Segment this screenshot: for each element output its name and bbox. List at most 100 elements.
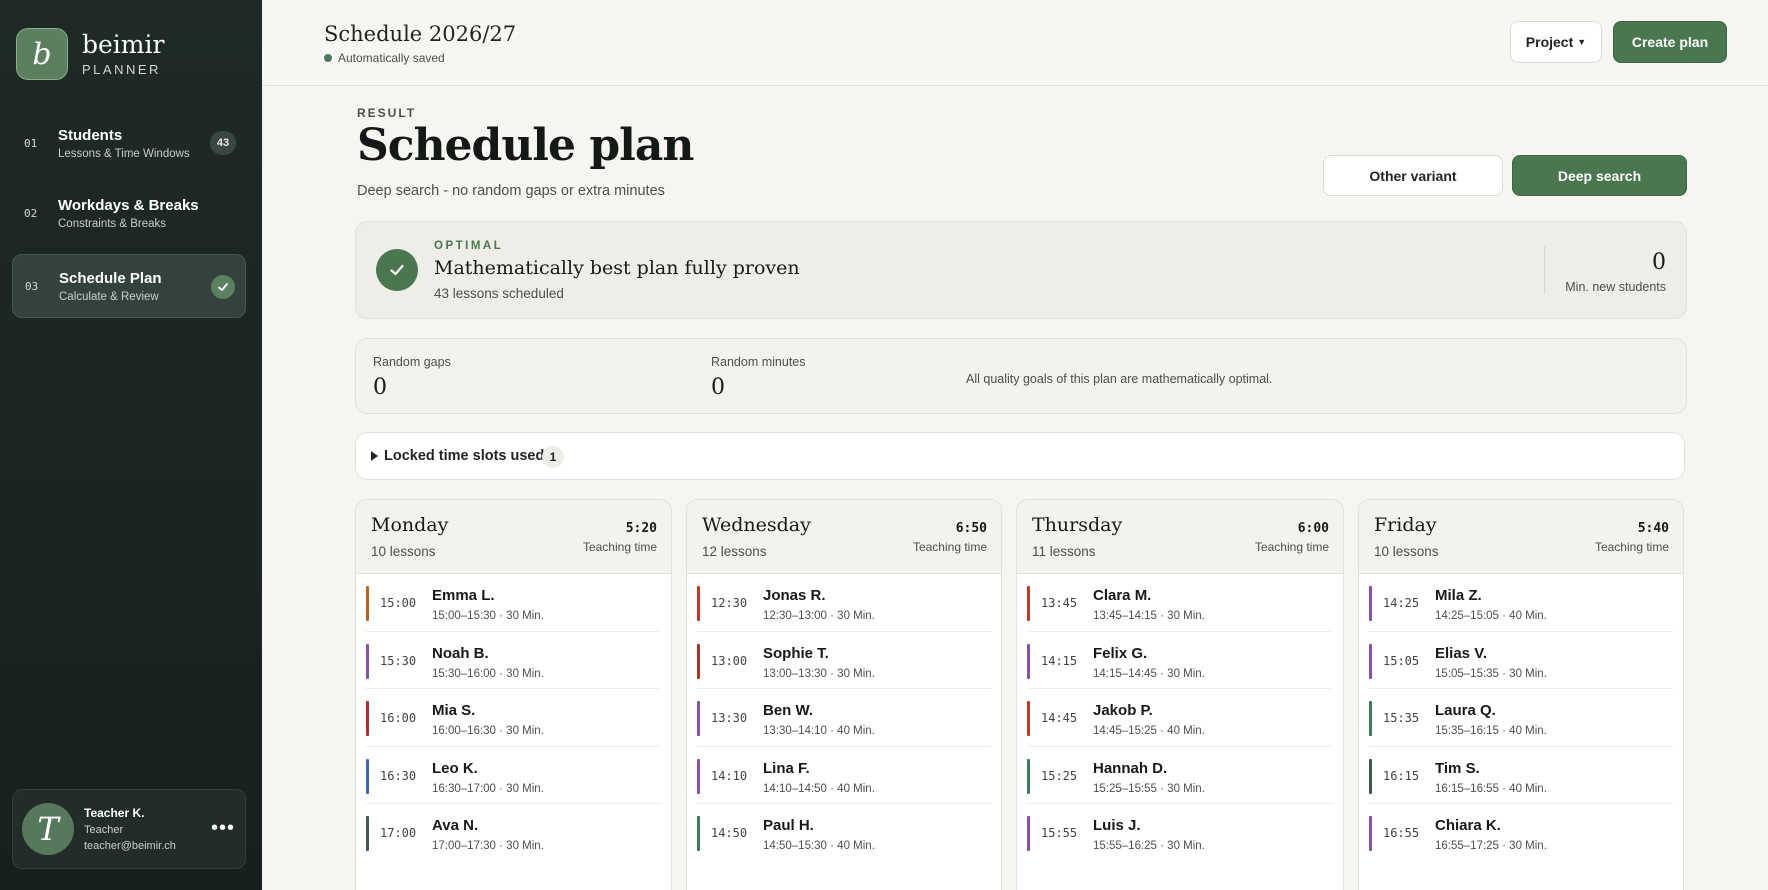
day-header: Monday 10 lessons 5:20 Teaching time bbox=[356, 500, 671, 574]
lesson-item[interactable]: 15:35 Laura Q. 15:35–16:15 · 40 Min. bbox=[1369, 689, 1673, 747]
lesson-item[interactable]: 17:00 Ava N. 17:00–17:30 · 30 Min. bbox=[366, 804, 661, 862]
teaching-time-label: Teaching time bbox=[1594, 540, 1669, 554]
locked-slots-toggle[interactable]: Locked time slots used bbox=[371, 448, 544, 464]
sidebar-item-schedule-plan[interactable]: 03 Schedule Plan Calculate & Review bbox=[12, 254, 246, 318]
student-name: Sophie T. bbox=[763, 644, 829, 662]
color-bar bbox=[1027, 643, 1030, 679]
lesson-start-time: 14:25 bbox=[1383, 596, 1420, 610]
other-variant-button[interactable]: Other variant bbox=[1323, 155, 1503, 196]
lesson-start-time: 16:15 bbox=[1383, 768, 1420, 783]
lesson-item[interactable]: 15:00 Emma L. 15:00–15:30 · 30 Min. bbox=[366, 574, 661, 632]
more-options-icon[interactable]: ••• bbox=[211, 817, 235, 840]
lesson-start-time: 14:15 bbox=[1041, 653, 1078, 668]
disclosure-triangle-icon bbox=[371, 451, 378, 461]
lesson-item[interactable]: 16:15 Tim S. 16:15–16:55 · 40 Min. bbox=[1369, 747, 1673, 804]
color-bar bbox=[1369, 701, 1372, 736]
color-bar bbox=[697, 586, 700, 621]
teaching-time-value: 6:00 bbox=[1297, 521, 1329, 536]
user-card[interactable]: T Teacher K. Teacher teacher@beimir.ch •… bbox=[12, 789, 246, 869]
brand[interactable]: b beimir PLANNER bbox=[16, 28, 164, 80]
lesson-item[interactable]: 13:00 Sophie T. 13:00–13:30 · 30 Min. bbox=[697, 632, 991, 689]
document-title: Schedule 2026/27 bbox=[324, 22, 517, 46]
lesson-start-time: 13:00 bbox=[711, 653, 748, 668]
day-lesson-count: 10 lessons bbox=[371, 544, 436, 559]
lesson-item[interactable]: 15:05 Elias V. 15:05–15:35 · 30 Min. bbox=[1369, 632, 1673, 689]
lesson-details: 14:50–15:30 · 40 Min. bbox=[763, 840, 875, 852]
save-status: Automatically saved bbox=[324, 51, 445, 65]
teaching-time-value: 6:50 bbox=[955, 521, 987, 536]
lesson-start-time: 14:50 bbox=[711, 826, 748, 840]
color-bar bbox=[366, 758, 369, 794]
teaching-time-value: 5:20 bbox=[625, 521, 657, 536]
color-bar bbox=[697, 758, 700, 794]
color-bar bbox=[697, 643, 700, 679]
sidebar-item-label: Schedule Plan bbox=[59, 269, 162, 287]
lesson-item[interactable]: 14:15 Felix G. 14:15–14:45 · 30 Min. bbox=[1027, 632, 1333, 689]
lesson-item[interactable]: 14:25 Mila Z. 14:25–15:05 · 40 Min. bbox=[1369, 574, 1673, 632]
optimal-sub: 43 lessons scheduled bbox=[434, 286, 564, 301]
quality-stats-card: Random gaps 0 Random minutes 0 All quali… bbox=[355, 338, 1687, 414]
student-name: Felix G. bbox=[1093, 644, 1148, 662]
sidebar-item-label: Students bbox=[58, 126, 123, 144]
lesson-item[interactable]: 16:00 Mia S. 16:00–16:30 · 30 Min. bbox=[366, 689, 661, 747]
lesson-start-time: 13:45 bbox=[1041, 596, 1078, 610]
locked-slots-panel: Locked time slots used 1 bbox=[355, 432, 1685, 480]
sidebar-item-label: Workdays & Breaks bbox=[58, 196, 199, 214]
color-bar bbox=[1027, 816, 1030, 851]
project-dropdown[interactable]: Project ▼ bbox=[1510, 21, 1602, 63]
lesson-details: 14:25–15:05 · 40 Min. bbox=[1435, 610, 1547, 622]
student-name: Ava N. bbox=[432, 817, 479, 834]
random-gaps-value: 0 bbox=[373, 375, 387, 400]
lesson-item[interactable]: 16:55 Chiara K. 16:55–17:25 · 30 Min. bbox=[1369, 804, 1673, 862]
color-bar bbox=[1369, 643, 1372, 679]
lesson-details: 13:00–13:30 · 30 Min. bbox=[763, 667, 875, 680]
sidebar: b beimir PLANNER 01 Students Lessons & T… bbox=[0, 0, 262, 890]
day-column-thursday: Thursday 11 lessons 6:00 Teaching time 13:45… bbox=[1016, 499, 1344, 890]
sidebar-item-sub: Lessons & Time Windows bbox=[58, 147, 190, 160]
lesson-details: 12:30–13:00 · 30 Min. bbox=[763, 610, 875, 622]
color-bar bbox=[1027, 586, 1030, 621]
lesson-start-time: 14:10 bbox=[711, 768, 748, 783]
random-minutes-value: 0 bbox=[711, 375, 725, 400]
lesson-item[interactable]: 14:45 Jakob P. 14:45–15:25 · 40 Min. bbox=[1027, 689, 1333, 747]
color-bar bbox=[366, 643, 369, 679]
day-header: Wednesday 12 lessons 6:50 Teaching time bbox=[687, 500, 1001, 574]
student-name: Chiara K. bbox=[1435, 817, 1501, 834]
day-name: Wednesday bbox=[702, 514, 811, 536]
lesson-item[interactable]: 14:50 Paul H. 14:50–15:30 · 40 Min. bbox=[697, 804, 991, 862]
lesson-start-time: 15:30 bbox=[380, 653, 417, 668]
lesson-item[interactable]: 13:30 Ben W. 13:30–14:10 · 40 Min. bbox=[697, 689, 991, 747]
lesson-item[interactable]: 15:25 Hannah D. 15:25–15:55 · 30 Min. bbox=[1027, 747, 1333, 804]
create-plan-button[interactable]: Create plan bbox=[1613, 21, 1727, 63]
optimal-label: OPTIMAL bbox=[434, 240, 504, 252]
project-label: Project bbox=[1525, 34, 1574, 50]
count-badge: 43 bbox=[210, 131, 236, 155]
lesson-item[interactable]: 12:30 Jonas R. 12:30–13:00 · 30 Min. bbox=[697, 574, 991, 632]
student-name: Jonas R. bbox=[763, 587, 826, 604]
day-header: Thursday 11 lessons 6:00 Teaching time bbox=[1017, 500, 1343, 574]
student-name: Mila Z. bbox=[1435, 587, 1482, 604]
color-bar bbox=[366, 586, 369, 621]
lesson-item[interactable]: 14:10 Lina F. 14:10–14:50 · 40 Min. bbox=[697, 747, 991, 804]
lesson-list: 15:00 Emma L. 15:00–15:30 · 30 Min. 15:30 No… bbox=[356, 574, 671, 862]
lesson-item[interactable]: 15:55 Luis J. 15:55–16:25 · 30 Min. bbox=[1027, 804, 1333, 862]
lesson-details: 17:00–17:30 · 30 Min. bbox=[432, 840, 544, 852]
deep-search-button[interactable]: Deep search bbox=[1512, 155, 1687, 196]
color-bar bbox=[366, 701, 369, 736]
lesson-start-time: 15:00 bbox=[380, 596, 417, 610]
day-name: Thursday bbox=[1032, 514, 1123, 536]
day-column-friday: Friday 10 lessons 5:40 Teaching time 14:25 Mi… bbox=[1358, 499, 1684, 890]
color-bar bbox=[1369, 816, 1372, 851]
day-name: Monday bbox=[371, 514, 449, 536]
lesson-item[interactable]: 15:30 Noah B. 15:30–16:00 · 30 Min. bbox=[366, 632, 661, 689]
top-header: Schedule 2026/27 Automatically saved Pro… bbox=[262, 0, 1768, 86]
sidebar-item-students[interactable]: 01 Students Lessons & Time Windows 43 bbox=[12, 111, 246, 175]
lesson-start-time: 15:55 bbox=[1041, 826, 1078, 840]
lesson-item[interactable]: 13:45 Clara M. 13:45–14:15 · 30 Min. bbox=[1027, 574, 1333, 632]
lesson-start-time: 15:25 bbox=[1041, 768, 1078, 783]
lesson-start-time: 13:30 bbox=[711, 711, 748, 725]
lesson-item[interactable]: 16:30 Leo K. 16:30–17:00 · 30 Min. bbox=[366, 747, 661, 804]
sidebar-item-workdays[interactable]: 02 Workdays & Breaks Constraints & Break… bbox=[12, 181, 246, 245]
teaching-time-label: Teaching time bbox=[1254, 540, 1329, 554]
lesson-details: 14:45–15:25 · 40 Min. bbox=[1093, 725, 1205, 737]
